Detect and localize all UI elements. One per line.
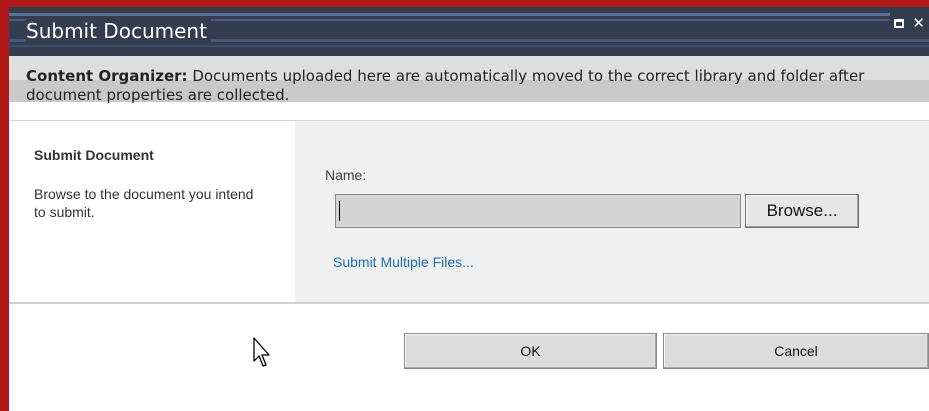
titlebar-stripe — [9, 45, 929, 47]
window-frame-top — [0, 0, 929, 7]
section-description: Browse to the document you intend to sub… — [34, 186, 254, 220]
close-icon[interactable]: ✕ — [912, 15, 925, 31]
cancel-button[interactable]: Cancel — [663, 333, 929, 369]
dialog-title: Submit Document — [26, 17, 211, 45]
dialog-titlebar: Submit Document ✕ — [9, 7, 929, 56]
text-caret — [339, 201, 340, 221]
section-title: Submit Document — [34, 147, 154, 163]
divider — [9, 302, 929, 304]
banner-label: Content Organizer: — [26, 67, 188, 85]
window-frame-left — [0, 0, 9, 411]
upload-form-panel: Name: Browse... Submit Multiple Files... — [295, 121, 929, 302]
content-organizer-banner: Content Organizer: Documents uploaded he… — [9, 56, 929, 104]
maximize-icon[interactable] — [894, 18, 905, 28]
browse-button[interactable]: Browse... — [745, 194, 859, 228]
mouse-pointer-icon — [253, 337, 270, 367]
file-path-input[interactable] — [335, 194, 741, 228]
name-label: Name: — [325, 167, 367, 183]
banner-text: Content Organizer: Documents uploaded he… — [26, 67, 906, 105]
titlebar-stripe — [9, 13, 929, 16]
submit-multiple-files-link[interactable]: Submit Multiple Files... — [333, 254, 474, 270]
ok-button[interactable]: OK — [404, 333, 657, 369]
submit-document-dialog: Submit Document ✕ Content Organizer: Doc… — [9, 7, 929, 411]
window-controls: ✕ — [890, 13, 929, 33]
section-description-panel: Submit Document Browse to the document y… — [9, 121, 295, 302]
